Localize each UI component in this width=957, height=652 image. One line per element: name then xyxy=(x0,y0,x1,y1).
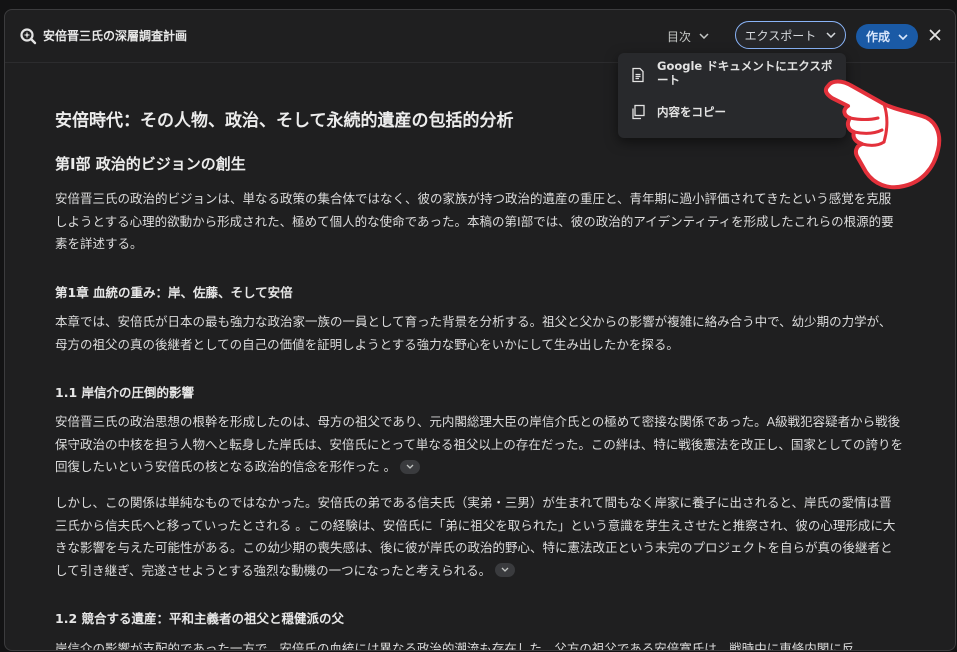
create-label: 作成 xyxy=(865,30,890,44)
chevron-down-icon xyxy=(826,32,836,38)
source-chip[interactable] xyxy=(495,563,516,577)
section-heading: 1.2 競合する遺産：平和主義者の祖父と穏健派の父 xyxy=(55,611,344,626)
chapter-heading: 第1章 血統の重み：岸、佐藤、そして安倍 xyxy=(55,285,293,300)
paragraph: しかし、この関係は単純なものではなかった。安倍氏の弟である信夫氏（実弟・三男）が… xyxy=(55,492,903,582)
menu-item-copy-content[interactable]: 内容をコピー xyxy=(618,97,846,127)
page-title: 安倍晋三氏の深層調査計画 xyxy=(43,29,188,43)
toc-button[interactable]: 目次 xyxy=(667,24,709,48)
toc-label: 目次 xyxy=(667,29,692,44)
create-button[interactable]: 作成 xyxy=(856,24,918,49)
menu-item-label: 内容をコピー xyxy=(657,105,726,119)
menu-item-label: Google ドキュメントにエクスポート xyxy=(657,59,833,87)
paragraph-text: しかし、この関係は単純なものではなかった。安倍氏の弟である信夫氏（実弟・三男）が… xyxy=(55,495,896,578)
paragraph-text: 安倍晋三氏の政治思想の根幹を形成したのは、母方の祖父であり、元内閣総理大臣の岸信… xyxy=(55,414,904,474)
source-chip[interactable] xyxy=(400,459,421,474)
copy-icon xyxy=(632,104,645,120)
export-button[interactable]: エクスポート xyxy=(735,21,846,49)
paragraph: 本章では、安倍氏が日本の最も強力な政治家一族の一員として育った背景を分析する。祖… xyxy=(55,314,892,352)
chevron-down-icon xyxy=(406,464,414,469)
document-title: 安倍時代：その人物、政治、そして永続的遺産の包括的分析 xyxy=(55,111,514,131)
paragraph: 安倍晋三氏の政治的ビジョンは、単なる政策の集合体ではなく、彼の家族が持つ政治的遺… xyxy=(55,191,894,251)
chevron-down-icon xyxy=(699,33,709,39)
document-icon xyxy=(632,67,644,83)
section-heading: 1.1 岸信介の圧倒的影響 xyxy=(55,385,194,400)
export-label: エクスポート xyxy=(744,28,817,43)
paragraph: 安倍晋三氏の政治思想の根幹を形成したのは、母方の祖父であり、元内閣総理大臣の岸信… xyxy=(55,411,903,479)
close-icon[interactable] xyxy=(926,26,944,44)
menu-item-export-docs[interactable]: Google ドキュメントにエクスポート xyxy=(618,59,846,95)
paragraph: 岸信介の影響が支配的であった一方で、安倍氏の血統には異なる政治的潮流も存在した。… xyxy=(55,641,855,651)
part-heading: 第I部 政治的ビジョンの創生 xyxy=(55,155,246,173)
chevron-down-icon xyxy=(898,33,908,40)
pointing-hand-icon xyxy=(823,79,942,190)
chevron-down-icon xyxy=(501,567,509,572)
deep-research-icon xyxy=(20,28,37,45)
export-menu: Google ドキュメントにエクスポート 内容をコピー xyxy=(618,53,846,138)
